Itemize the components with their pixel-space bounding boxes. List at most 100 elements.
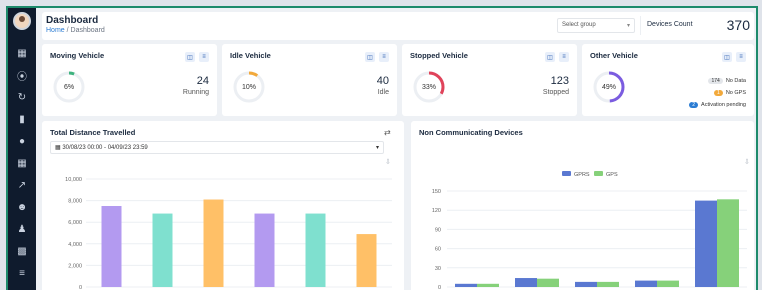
bar <box>695 200 717 287</box>
activation-pending-tag[interactable]: 2 Activation pending <box>689 102 746 108</box>
other-vehicle-card[interactable]: Other Vehicle ◫ ≡ 49% 174 No Data 1 No G… <box>582 44 754 116</box>
chevron-down-icon: ▾ <box>626 23 630 29</box>
list-icon[interactable]: ≡ <box>559 52 569 62</box>
no-data-label: No Data <box>725 78 746 84</box>
bar <box>657 280 679 287</box>
grid-icon[interactable]: ▦ <box>15 156 29 170</box>
building-icon[interactable]: ▩ <box>15 244 29 258</box>
date-range-value: 30/08/23 00:00 - 04/09/23 23:59 <box>62 145 148 151</box>
y-tick-label: 8,000 <box>68 199 82 205</box>
y-tick-label: 0 <box>438 285 441 290</box>
idle-percent: 10% <box>241 83 256 91</box>
breadcrumb-current: Dashboard <box>70 27 105 34</box>
idle-sub: Idle <box>377 89 389 96</box>
card-title: Idle Vehicle <box>230 51 271 60</box>
bar <box>254 213 275 287</box>
y-tick-label: 120 <box>432 208 441 214</box>
y-tick-label: 0 <box>79 285 82 290</box>
avatar[interactable] <box>13 12 31 30</box>
card-title: Moving Vehicle <box>50 51 105 60</box>
breadcrumb-home-link[interactable]: Home <box>46 27 65 34</box>
y-tick-label: 6,000 <box>68 220 82 226</box>
sliders-icon[interactable]: ≡ <box>15 266 29 280</box>
bar <box>477 283 499 287</box>
calendar-icon: ▦ <box>55 145 61 151</box>
y-tick-label: 90 <box>435 227 441 233</box>
no-gps-count: 1 <box>714 90 723 96</box>
no-gps-tag[interactable]: 1 No GPS <box>714 90 746 96</box>
breadcrumb: Home / Dashboard <box>46 27 105 34</box>
devices-count-box: Devices Count 370 <box>640 16 750 35</box>
shuffle-icon[interactable]: ⇄ <box>384 128 391 137</box>
bar <box>717 199 739 287</box>
noncomm-title: Non Communicating Devices <box>419 128 523 137</box>
bar <box>597 281 619 287</box>
users-settings-icon[interactable]: ☻ <box>15 200 29 214</box>
date-range-picker[interactable]: ▦ 30/08/23 00:00 - 04/09/23 23:59 ▾ <box>50 141 384 154</box>
no-gps-label: No GPS <box>725 90 746 96</box>
page-title: Dashboard <box>46 15 99 26</box>
devices-count-value: 370 <box>726 17 750 33</box>
stopped-percent: 33% <box>421 83 436 91</box>
no-data-tag[interactable]: 174 No Data <box>708 78 746 84</box>
top-bar: Dashboard Home / Dashboard Select group … <box>42 12 754 40</box>
moving-percent: 6% <box>63 83 75 91</box>
y-tick-label: 2,000 <box>68 263 82 269</box>
trend-icon[interactable]: ↗ <box>15 178 29 192</box>
bar <box>455 283 477 287</box>
y-tick-label: 10,000 <box>65 177 82 183</box>
bar <box>575 281 597 287</box>
select-group-dropdown[interactable]: Select group ▾ <box>557 18 635 33</box>
bar <box>152 213 173 287</box>
app-frame: ▦ ⦿ ↻ ▮ ● ▦ ↗ ☻ ♟ ▩ ≡ Dashboard Home / D… <box>6 6 758 290</box>
list-icon[interactable]: ≡ <box>379 52 389 62</box>
chevron-down-icon: ▾ <box>375 145 379 151</box>
bar <box>305 213 326 287</box>
user-icon[interactable]: ♟ <box>15 222 29 236</box>
distance-title: Total Distance Travelled <box>50 128 136 137</box>
distance-bar-chart: 02,0004,0006,0008,00010,0004 Sep 20233 S… <box>65 177 392 290</box>
legend-swatch <box>594 171 603 176</box>
y-tick-label: 4,000 <box>68 242 82 248</box>
select-group-placeholder: Select group <box>562 22 596 28</box>
activation-pending-label: Activation pending <box>701 102 746 108</box>
moving-count: 24 <box>196 75 209 87</box>
activation-pending-count: 2 <box>689 102 699 108</box>
bar <box>537 278 559 287</box>
devices-count-label: Devices Count <box>647 21 693 28</box>
document-icon[interactable]: ▮ <box>15 112 29 126</box>
legend-label: GPRS <box>574 172 590 178</box>
distance-card: Total Distance Travelled ⇄ ▦ 30/08/23 00… <box>42 121 404 290</box>
bar <box>635 280 657 287</box>
map-icon[interactable]: ◫ <box>365 52 375 62</box>
bar <box>203 199 224 287</box>
no-data-count: 174 <box>708 78 723 84</box>
bell-icon[interactable]: ● <box>15 134 29 148</box>
bar <box>356 234 377 287</box>
y-tick-label: 30 <box>435 266 441 272</box>
card-title: Stopped Vehicle <box>410 51 468 60</box>
stopped-sub: Stopped <box>542 89 569 96</box>
broadcast-icon[interactable]: ⦿ <box>15 68 29 83</box>
dashboard-icon[interactable]: ▦ <box>15 46 29 60</box>
card-title: Other Vehicle <box>590 51 638 60</box>
y-tick-label: 150 <box>432 189 441 195</box>
history-icon[interactable]: ↻ <box>15 90 29 104</box>
map-icon[interactable]: ◫ <box>545 52 555 62</box>
legend-label: GPS <box>606 172 618 178</box>
legend-swatch <box>562 171 571 176</box>
download-icon[interactable]: ⇩ <box>385 158 391 166</box>
list-icon[interactable]: ≡ <box>199 52 209 62</box>
noncomm-card: Non Communicating Devices ⇩ GPRS GPS 0 30 60… <box>411 121 754 290</box>
map-icon[interactable]: ◫ <box>722 52 732 62</box>
moving-vehicle-card[interactable]: Moving Vehicle ◫ ≡ 6% 24 Running <box>42 44 217 116</box>
stopped-vehicle-card[interactable]: Stopped Vehicle ◫ ≡ 33% 123 Stopped <box>402 44 577 116</box>
other-percent: 49% <box>601 83 616 91</box>
y-tick-label: 60 <box>435 247 441 253</box>
bar <box>101 206 122 287</box>
list-icon[interactable]: ≡ <box>736 52 746 62</box>
noncomm-bar-chart: GPRSGPS03060901201501-8 hr8-24 hr24-48 h… <box>432 171 747 290</box>
map-icon[interactable]: ◫ <box>185 52 195 62</box>
idle-count: 40 <box>376 75 389 87</box>
idle-vehicle-card[interactable]: Idle Vehicle ◫ ≡ 10% 40 Idle <box>222 44 397 116</box>
